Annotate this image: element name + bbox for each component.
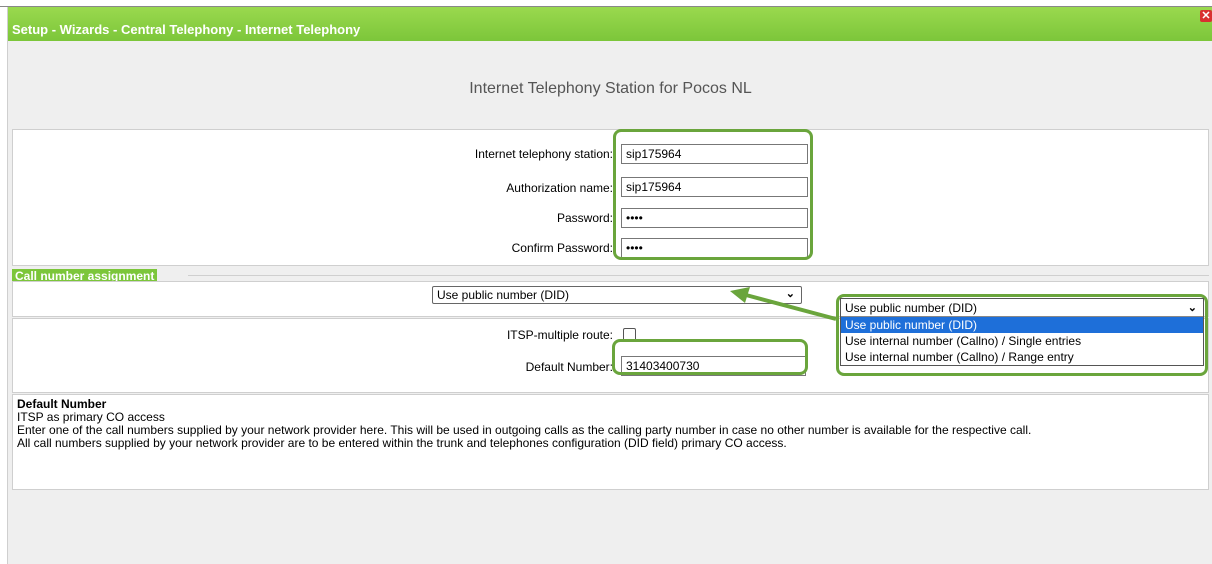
chevron-down-icon: ⌄ (1187, 302, 1197, 314)
pointer-arrow (730, 287, 837, 321)
call-number-dropdown[interactable]: Use public number (DID) ⌄ Use public num… (840, 298, 1204, 366)
top-border (0, 0, 1212, 7)
dropdown-current[interactable]: Use public number (DID) ⌄ (841, 299, 1203, 317)
wizard-window: Setup - Wizards - Central Telephony - In… (7, 7, 1212, 564)
option-public-number[interactable]: Use public number (DID) (841, 317, 1203, 333)
option-internal-range[interactable]: Use internal number (Callno) / Range ent… (841, 349, 1203, 365)
option-internal-single[interactable]: Use internal number (Callno) / Single en… (841, 333, 1203, 349)
